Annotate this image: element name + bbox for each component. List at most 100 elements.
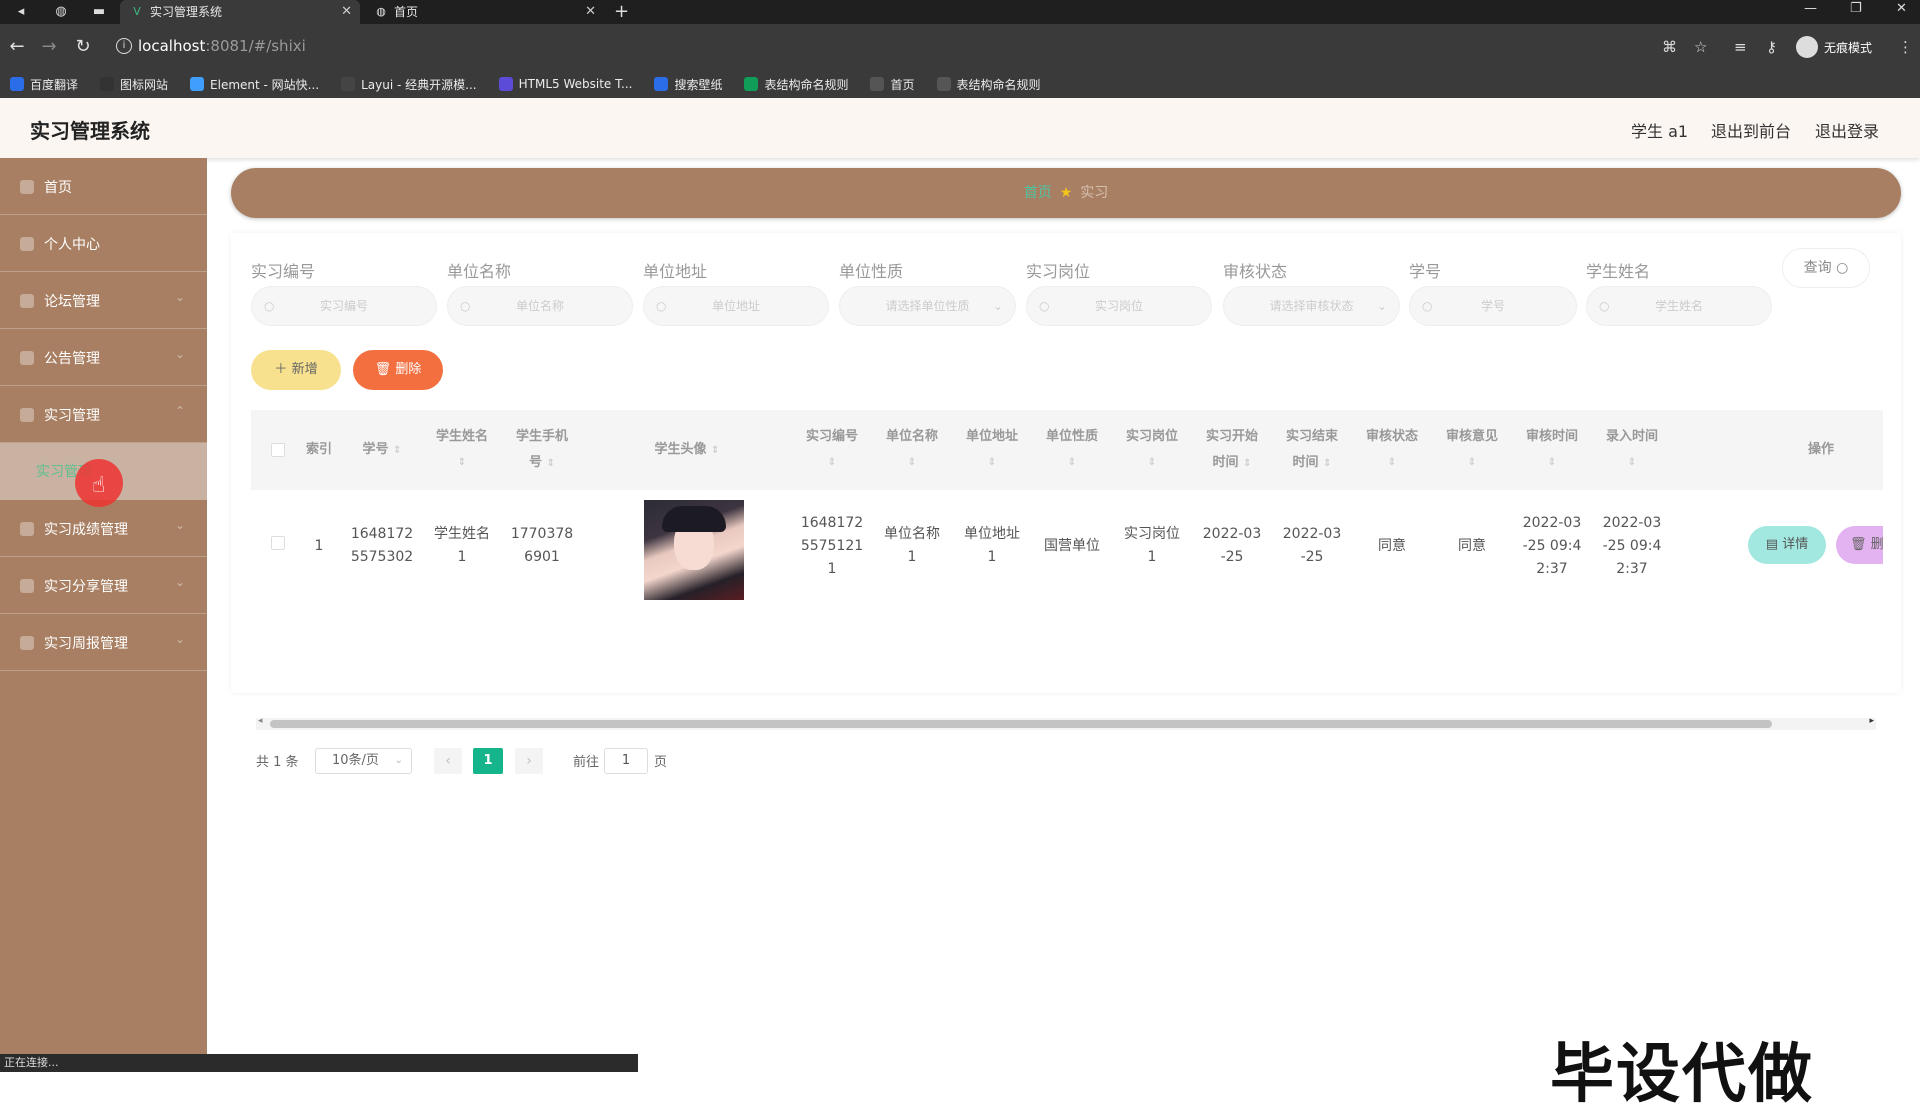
goto-page-input[interactable]: 1: [604, 748, 648, 774]
info-icon[interactable]: i: [116, 38, 132, 54]
chevron-down-icon: ⌄: [174, 575, 185, 589]
column-header[interactable]: 录入时间 ⇕: [1592, 410, 1672, 490]
search-icon: ○: [1599, 299, 1610, 313]
bookmark-item[interactable]: 表结构命名规则: [744, 76, 848, 93]
column-header[interactable]: 审核意见 ⇕: [1432, 410, 1512, 490]
add-button[interactable]: ＋ 新增: [251, 350, 341, 390]
column-header[interactable]: 单位性质 ⇕: [1032, 410, 1112, 490]
cell-post: 实习岗位 1: [1124, 526, 1180, 565]
sidebar-item-score[interactable]: 实习成绩管理 ⌄: [0, 500, 207, 557]
review-status-select[interactable]: 请选择审核状态 ⌄: [1223, 286, 1400, 326]
column-header[interactable]: 单位名称 ⇕: [872, 410, 952, 490]
next-page-button[interactable]: ›: [515, 748, 543, 774]
select-all-checkbox[interactable]: [271, 443, 285, 457]
sidebar-item-share[interactable]: 实习分享管理 ⌄: [0, 557, 207, 614]
star-icon[interactable]: ☆: [1694, 38, 1707, 56]
column-header[interactable]: 审核状态 ⇕: [1352, 410, 1432, 490]
chevron-down-icon: ⌄: [992, 299, 1003, 313]
page-size-select[interactable]: 10条/页 ⌄: [315, 748, 412, 774]
column-header[interactable]: 实习开始 时间 ⇕: [1192, 410, 1272, 490]
scroll-left-icon[interactable]: ◂: [258, 716, 263, 726]
globe-icon[interactable]: ◍: [52, 3, 70, 21]
prev-page-button[interactable]: ‹: [434, 748, 462, 774]
cell-student-no: 1648172 5575302: [350, 526, 414, 565]
company-name-input[interactable]: ○ 单位名称: [447, 286, 633, 326]
chevron-down-icon: ⌄: [174, 347, 185, 361]
row-delete-button[interactable]: 🗑 删: [1836, 526, 1883, 564]
column-header[interactable]: 实习岗位 ⇕: [1112, 410, 1192, 490]
logout-link[interactable]: 退出登录: [1815, 118, 1879, 142]
forward-icon[interactable]: →: [38, 36, 60, 58]
search-icon: ○: [656, 299, 667, 313]
key-icon[interactable]: ⚷: [1766, 38, 1777, 56]
breadcrumb-home[interactable]: 首页: [1024, 185, 1052, 201]
minimize-icon[interactable]: —: [1804, 0, 1817, 18]
sidebar-item-internship[interactable]: 实习管理 ⌃: [0, 386, 207, 443]
bookmark-item[interactable]: Element - 网站快...: [190, 76, 319, 93]
column-header[interactable]: 实习结束 时间 ⇕: [1272, 410, 1352, 490]
sidebar-item-weekly[interactable]: 实习周报管理 ⌄: [0, 614, 207, 671]
bookmark-item[interactable]: 搜索壁纸: [654, 76, 722, 93]
bookmark-item[interactable]: 表结构命名规则: [936, 76, 1041, 93]
tab-active[interactable]: V 实习管理系统 ✕: [120, 0, 360, 24]
horizontal-scrollbar[interactable]: ◂ ▸: [256, 716, 1876, 730]
column-header[interactable]: 单位地址 ⇕: [952, 410, 1032, 490]
new-tab-button[interactable]: +: [614, 0, 629, 24]
reload-icon[interactable]: ↻: [72, 36, 94, 58]
star-icon: ★: [1059, 185, 1073, 201]
url-field[interactable]: i localhost:8081/#/shixi: [108, 32, 1668, 62]
query-button[interactable]: 查询 ○: [1782, 248, 1870, 288]
profile-button[interactable]: 无痕模式: [1796, 36, 1872, 58]
restore-icon[interactable]: ❐: [1850, 0, 1862, 18]
column-header[interactable]: 学生手机号 ⇕: [502, 410, 582, 490]
close-window-icon[interactable]: ✕: [1896, 0, 1907, 18]
scroll-thumb[interactable]: [270, 720, 1772, 728]
menu-icon[interactable]: ⋮: [1898, 38, 1913, 56]
bookmark-item[interactable]: 百度翻译: [10, 76, 78, 93]
column-header[interactable]: 学生姓名 ⇕: [422, 410, 502, 490]
bookmark-item[interactable]: HTML5 Website T...: [498, 77, 632, 91]
column-header[interactable]: 审核时间 ⇕: [1512, 410, 1592, 490]
column-header[interactable]: 实习编号 ⇕: [792, 410, 872, 490]
sidebar-item-notice[interactable]: 公告管理 ⌄: [0, 329, 207, 386]
tab-home[interactable]: ◍ 首页 ✕: [364, 0, 604, 24]
bookmark-item[interactable]: Layui - 经典开源模...: [341, 76, 477, 93]
sidebar-subitem-internship[interactable]: 实习管理 ☝: [0, 443, 207, 507]
to-front-link[interactable]: 退出到前台: [1711, 118, 1791, 142]
current-user: 学生 a1: [1631, 122, 1689, 141]
sidebar-item-home[interactable]: 首页: [0, 158, 207, 215]
company-nature-select[interactable]: 请选择单位性质 ⌄: [839, 286, 1016, 326]
student-avatar-image[interactable]: [644, 500, 744, 600]
intern-no-input[interactable]: ○ 实习编号: [251, 286, 437, 326]
column-header[interactable]: 学号 ⇕: [342, 410, 422, 490]
window-icon[interactable]: ▬: [90, 3, 108, 21]
back-icon[interactable]: ←: [6, 36, 28, 58]
close-icon[interactable]: ✕: [341, 0, 352, 24]
detail-button[interactable]: ▤ 详情: [1748, 526, 1826, 564]
row-checkbox[interactable]: [271, 536, 285, 550]
search-icon: ○: [264, 299, 275, 313]
delete-button[interactable]: 🗑 删除: [353, 350, 443, 390]
cell-company: 单位名称 1: [884, 526, 940, 565]
reading-list-icon[interactable]: ≡: [1734, 38, 1747, 56]
close-icon[interactable]: ✕: [585, 0, 596, 24]
student-no-input[interactable]: ○ 学号: [1409, 286, 1577, 326]
plus-icon: ＋: [274, 362, 292, 377]
scroll-right-icon[interactable]: ▸: [1869, 716, 1874, 726]
bookmark-item[interactable]: 首页: [870, 76, 915, 93]
app: 实习管理系统 学生 a1 退出到前台 退出登录 首页 个人中心 论坛管理 ⌄ 公…: [0, 98, 1920, 1112]
translate-icon[interactable]: ⌘: [1662, 38, 1677, 56]
column-header[interactable]: 索引: [296, 410, 342, 490]
column-header[interactable]: 学生头像 ⇕: [582, 410, 792, 490]
company-address-input[interactable]: ○ 单位地址: [643, 286, 829, 326]
student-name-input[interactable]: ○ 学生姓名: [1586, 286, 1772, 326]
cell-phone: 1770378 6901: [510, 526, 574, 565]
home-icon: [20, 180, 34, 194]
data-table: 索引 学号 ⇕ 学生姓名 ⇕ 学生手机号 ⇕ 学生头像 ⇕ 实习编号 ⇕ 单位名称 ⇕…: [251, 410, 1883, 615]
audio-icon[interactable]: ◂: [12, 3, 30, 21]
sidebar-item-forum[interactable]: 论坛管理 ⌄: [0, 272, 207, 329]
bookmark-item[interactable]: 图标网站: [100, 76, 168, 93]
page-number-current[interactable]: 1: [473, 748, 503, 774]
post-input[interactable]: ○ 实习岗位: [1026, 286, 1212, 326]
sidebar-item-profile[interactable]: 个人中心: [0, 215, 207, 272]
